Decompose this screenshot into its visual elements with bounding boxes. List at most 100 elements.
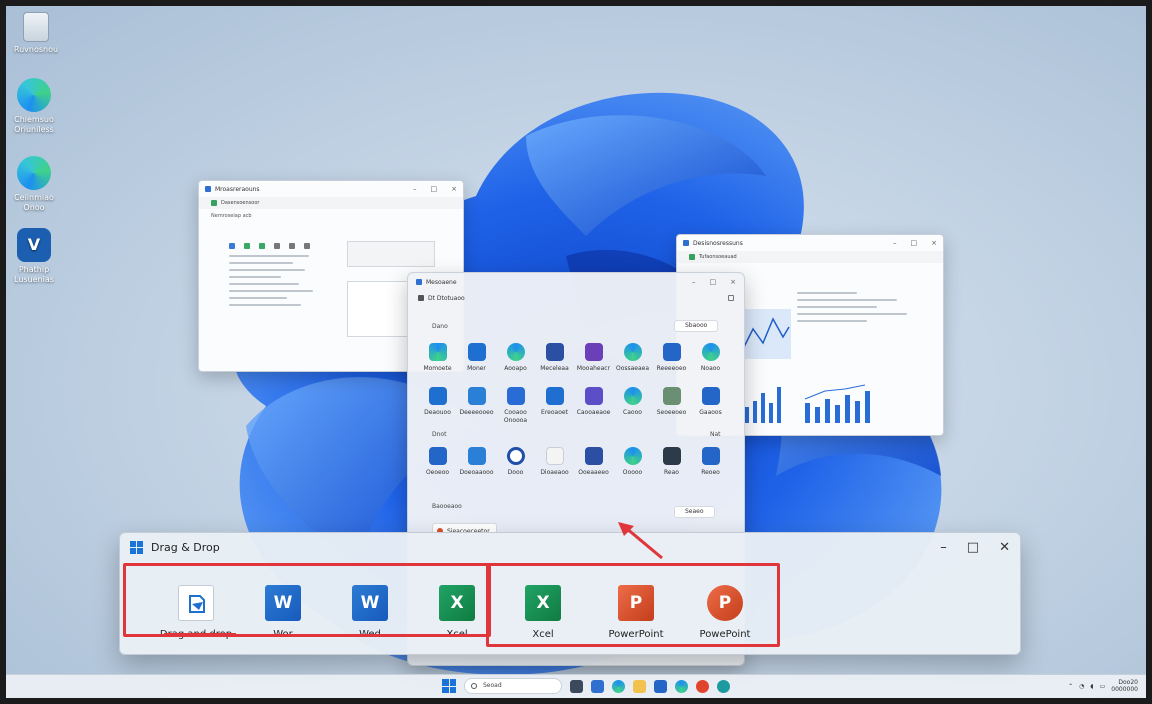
desktop-icon-label: Ceiinmiao Onoo [14, 193, 54, 212]
section-label: Dnot [432, 431, 447, 438]
search-icon [418, 295, 424, 301]
app-icon[interactable] [717, 679, 730, 693]
app-item[interactable]: Ooeaaeeo [574, 447, 613, 477]
pinned-app[interactable]: Oossaeaea [613, 343, 652, 373]
recycle-bin-icon [23, 12, 49, 42]
app-icon[interactable] [696, 679, 709, 693]
drag-drop-window[interactable]: Drag & Drop – □ ✕ Drag and drop W Wor W … [119, 532, 1021, 655]
edge-icon [428, 343, 447, 361]
desktop-icon-edge-1[interactable]: Chiemsuo Oriuniless [6, 78, 62, 135]
toolbar-icon[interactable] [259, 243, 265, 249]
app-icon [506, 387, 525, 405]
pinned-app[interactable]: Cooaoo Onoooa [496, 387, 535, 425]
pinned-app[interactable]: Deaouoo [418, 387, 457, 425]
chat-icon[interactable] [591, 679, 604, 693]
store-icon[interactable] [654, 679, 667, 693]
battery-icon[interactable]: ▭ [1100, 683, 1106, 690]
pinned-app[interactable]: Noaoo [691, 343, 730, 373]
maximize-button[interactable]: □ [710, 278, 717, 286]
start-menu-titlebar: Mesoaene – □ × [408, 273, 744, 291]
pinned-app[interactable]: Ereoaoet [535, 387, 574, 425]
minimize-button[interactable]: – [940, 540, 947, 555]
close-button[interactable]: × [730, 278, 736, 286]
more-button[interactable]: Seaeo [674, 506, 715, 518]
pinned-app[interactable]: Caooo [613, 387, 652, 425]
address-bar[interactable]: Dasensoensoor [199, 197, 463, 209]
expand-icon[interactable] [728, 295, 734, 301]
pinned-app[interactable]: Momoete [418, 343, 457, 373]
window-titlebar: Mroasreraouns – □ × [199, 181, 463, 197]
edge-icon [701, 343, 720, 361]
pinned-app[interactable]: Caooaeaoe [574, 387, 613, 425]
start-button[interactable] [442, 679, 456, 693]
app-item[interactable]: Doeoaaooo [457, 447, 496, 477]
close-button[interactable]: × [931, 239, 937, 247]
taskbar-search[interactable]: Seoad [464, 678, 562, 694]
search-text: Dt Dtotuaoo [428, 294, 465, 302]
taskbar: Seoad ⌃ ◔ ◖ ▭ Doo20 0000000 [6, 674, 1146, 698]
pinned-app[interactable]: Mooaheacr [574, 343, 613, 373]
edge-icon [17, 156, 51, 190]
pinned-app[interactable]: Aooapo [496, 343, 535, 373]
pinned-app[interactable]: Meceleaa [535, 343, 574, 373]
maximize-button[interactable]: □ [967, 540, 979, 555]
desktop-icon-app[interactable]: V Phathip Lusuenias [6, 228, 62, 285]
app-item[interactable]: Ooooo [613, 447, 652, 477]
app-icon [701, 447, 720, 465]
clock[interactable]: Doo20 0000000 [1111, 679, 1138, 693]
teams-icon [584, 387, 603, 405]
desktop-icon-edge-2[interactable]: Ceiinmiao Onoo [6, 156, 62, 213]
edge-icon [623, 387, 642, 405]
minimize-button[interactable]: – [413, 185, 417, 193]
app-item[interactable]: Reao [652, 447, 691, 477]
section-link[interactable]: Nat [710, 431, 721, 438]
volume-icon[interactable]: ◖ [1090, 683, 1093, 690]
start-search-bar[interactable]: Dt Dtotuaoo [408, 291, 744, 305]
desktop-screen: Ruvnosnou Chiemsuo Oriuniless Ceiinmiao … [6, 6, 1146, 698]
address-bar[interactable]: Tufaonsoeauad [677, 251, 943, 263]
highlight-box-right [486, 563, 780, 647]
pinned-app[interactable]: Gaaoos [691, 387, 730, 425]
network-icon[interactable]: ◔ [1079, 683, 1084, 690]
app-item[interactable]: Reoeo [691, 447, 730, 477]
close-button[interactable]: ✕ [999, 540, 1010, 555]
minimize-button[interactable]: – [893, 239, 897, 247]
all-apps-button[interactable]: Sbaooo [674, 320, 719, 332]
drag-drop-titlebar: Drag & Drop – □ ✕ [120, 533, 1020, 561]
task-view-icon[interactable] [570, 679, 583, 693]
search-text: Seoad [483, 682, 502, 689]
pinned-app[interactable]: Moner [457, 343, 496, 373]
toolbar-icon[interactable] [274, 243, 280, 249]
cortana-icon [506, 447, 525, 465]
file-explorer-icon[interactable] [633, 679, 646, 693]
desktop-icon-label: Chiemsuo Oriuniless [14, 115, 54, 134]
toolbar-icon[interactable] [304, 243, 310, 249]
toolbar-icon[interactable] [244, 243, 250, 249]
chart-text-lines [797, 287, 927, 327]
search-icon [471, 683, 477, 689]
pinned-app[interactable]: Seoeeoeo [652, 387, 691, 425]
toolbar-icon[interactable] [229, 243, 235, 249]
pinned-app[interactable]: Reeeeoeo [652, 343, 691, 373]
maximize-button[interactable]: □ [911, 239, 918, 247]
paint-icon [545, 447, 564, 465]
maps-icon [662, 387, 681, 405]
maximize-button[interactable]: □ [431, 185, 438, 193]
desktop-icon-recycle-bin[interactable]: Ruvnosnou [8, 12, 64, 55]
app-item[interactable]: Dioaeaoo [535, 447, 574, 477]
document-body [229, 243, 329, 311]
pinned-section-label: Dano [432, 323, 448, 330]
toolbar-row: Nemroseiap acb [199, 209, 463, 223]
app-item[interactable]: Dooo [496, 447, 535, 477]
app-icon [584, 447, 603, 465]
minimize-button[interactable]: – [692, 278, 696, 286]
edge-icon[interactable] [612, 679, 625, 693]
toolbar-icon[interactable] [289, 243, 295, 249]
edge-icon[interactable] [675, 679, 688, 693]
pinned-app[interactable]: Deeeeooeo [457, 387, 496, 425]
close-button[interactable]: × [451, 185, 457, 193]
chevron-up-icon[interactable]: ⌃ [1068, 683, 1073, 690]
app-item[interactable]: Oeoeoo [418, 447, 457, 477]
address-text: Tufaonsoeauad [699, 254, 737, 260]
underline-mark [164, 633, 236, 635]
